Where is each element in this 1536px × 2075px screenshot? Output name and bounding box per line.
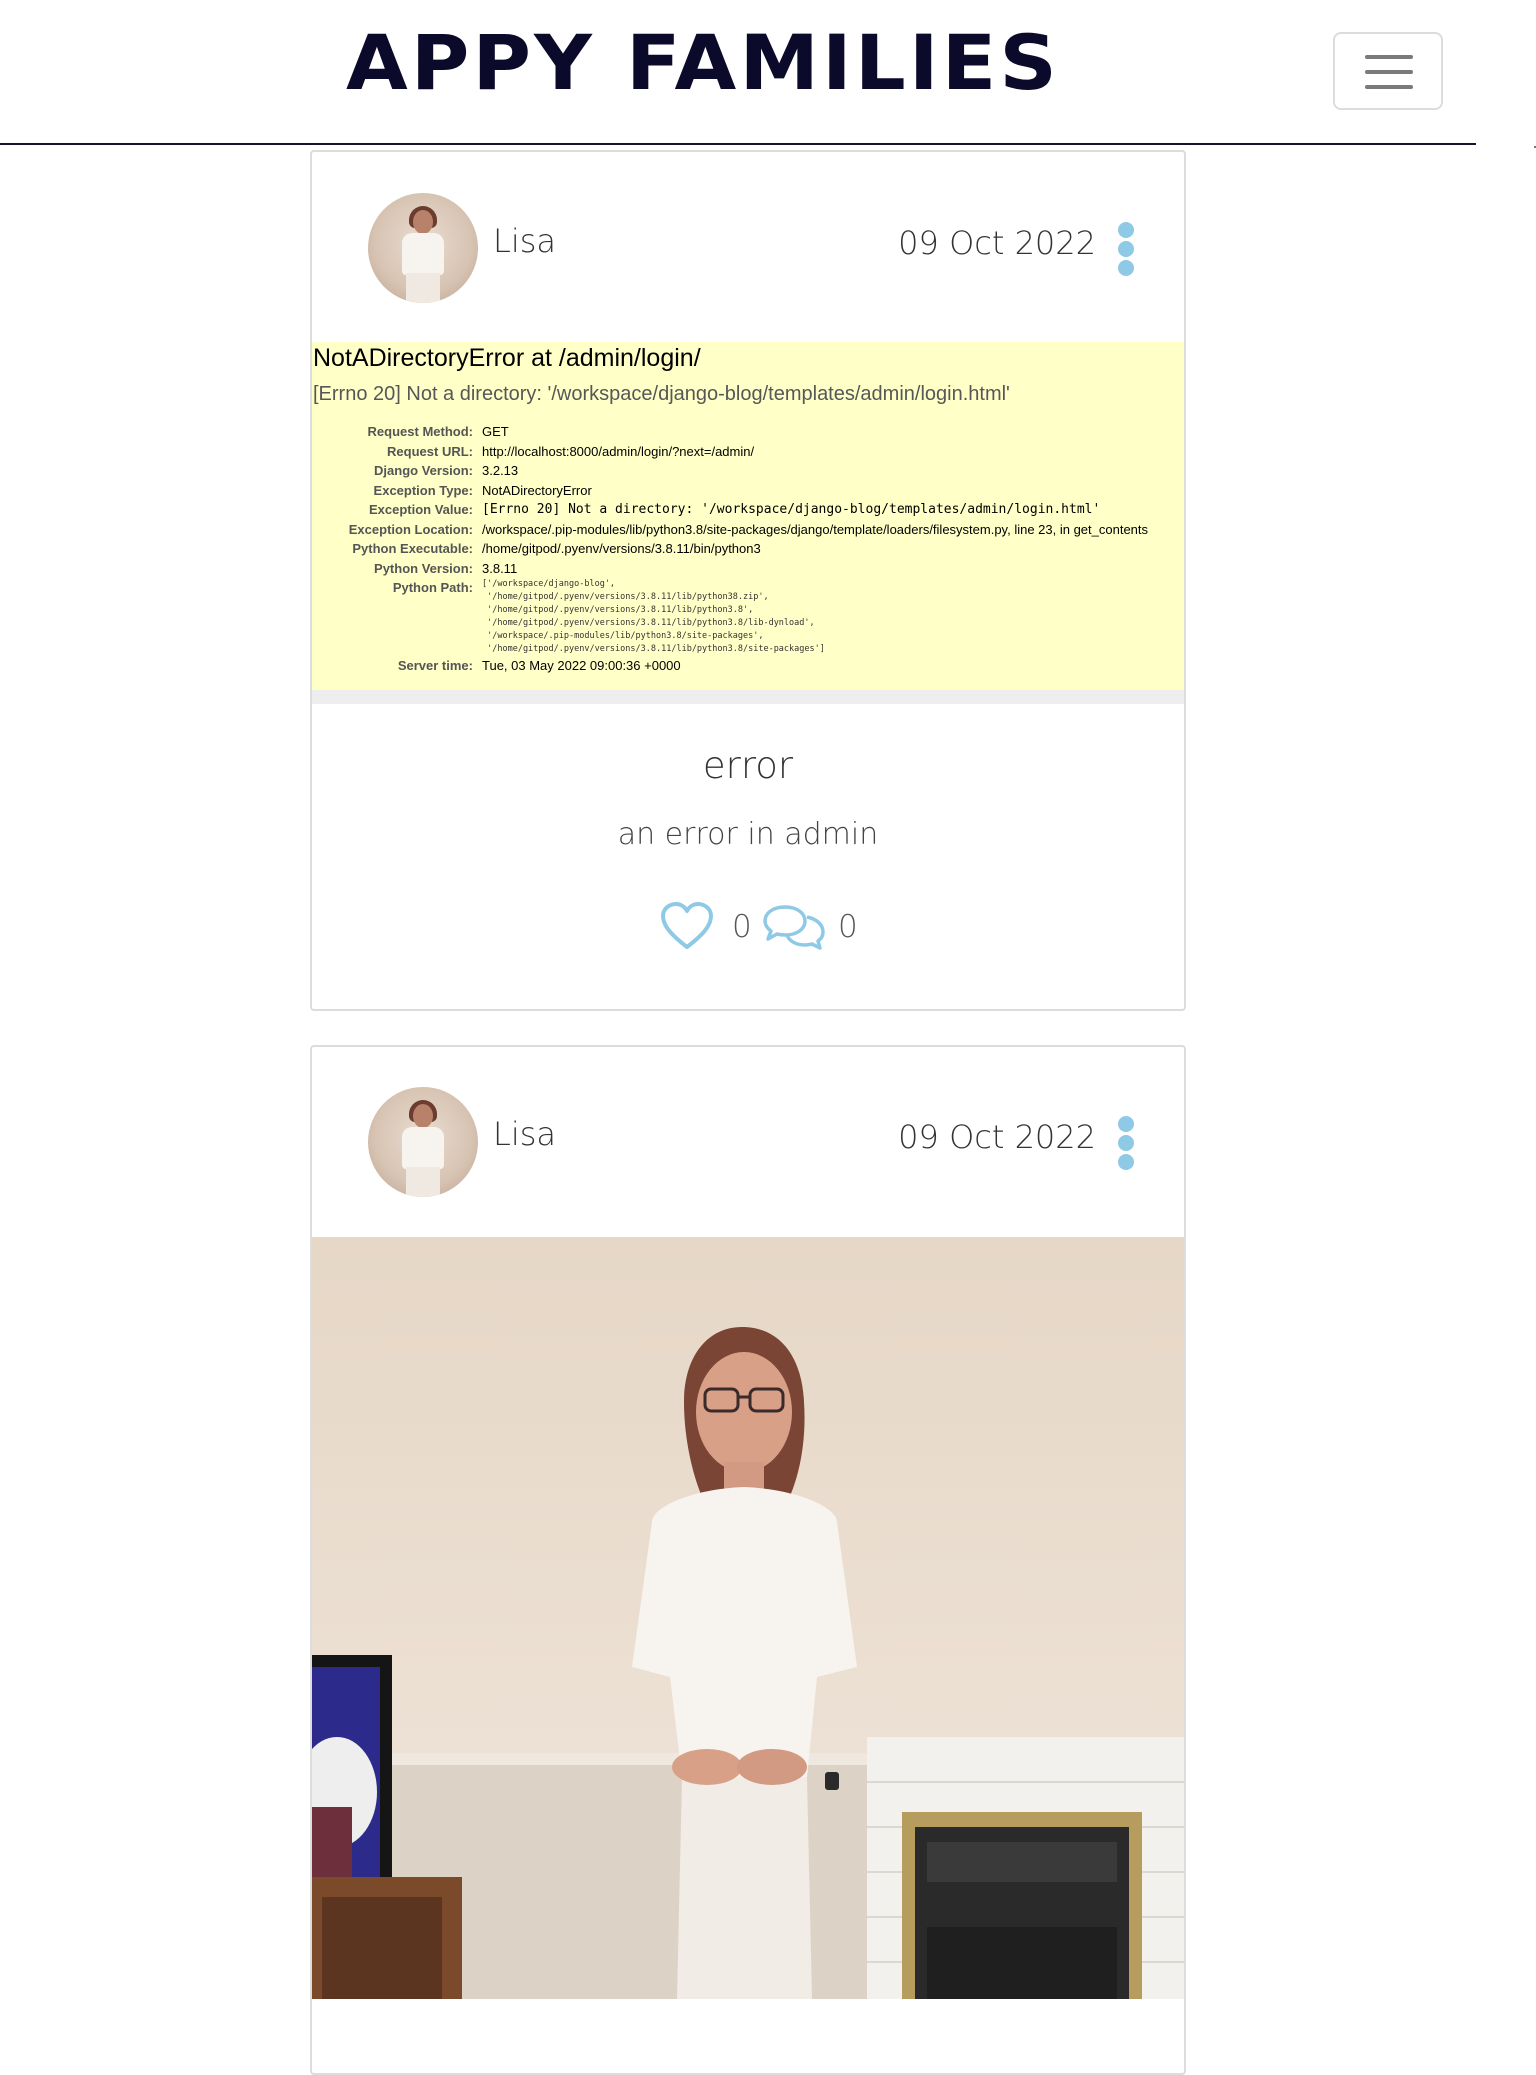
hamburger-icon [1365,55,1413,59]
error-row-label: Request URL: [387,443,473,459]
kebab-menu-icon[interactable] [1118,1116,1134,1170]
error-row-label: Server time: [397,658,473,673]
error-row-label: Exception Type: [373,482,473,498]
post-date: 09 Oct 2022 [898,1118,1096,1156]
kebab-dot [1118,260,1134,276]
post-date: 09 Oct 2022 [898,224,1096,262]
error-row: Python Path: ['/workspace/django-blog', '… [312,578,1148,656]
post-card: Lisa 09 Oct 2022 [310,1045,1186,2075]
kebab-dot [1118,222,1134,238]
error-row-label: Exception Value: [368,502,473,517]
error-row-value: 3.8.11 [482,560,518,576]
hamburger-icon-bar [1365,70,1413,74]
error-row: Exception Location: /workspace/.pip-modul… [312,520,1148,540]
avatar-legs [406,273,440,303]
error-row-value: /workspace/.pip-modules/lib/python3.8/si… [482,521,1149,537]
author-avatar[interactable] [368,1087,478,1197]
avatar-face [413,210,433,234]
error-subtitle: [Errno 20] Not a directory: '/workspace/… [313,383,1010,405]
navbar: APPY FAMILIES [0,0,1536,148]
likes-count: 0 [732,909,752,945]
avatar-face [413,1104,433,1128]
error-details-table: Request Method: GET Request URL: http://lo… [312,422,1148,676]
navbar-divider [0,143,1476,145]
post-card: Lisa 09 Oct 2022 NotADirectoryError at /… [310,150,1186,1011]
error-row-value: /home/gitpod/.pyenv/versions/3.8.11/bin/… [482,541,761,556]
kebab-dot [1118,1116,1134,1132]
error-row-value: GET [482,424,509,439]
error-row: Python Executable: /home/gitpod/.pyenv/ve… [312,539,1148,559]
post-excerpt: an error in admin [617,817,879,852]
photo-illustration [312,1237,1184,1999]
post-author[interactable]: Lisa [493,222,556,260]
error-row-value: http://localhost:8000/admin/login/?next=… [482,443,755,459]
post-stats: 0 0 [660,901,880,957]
heart-icon[interactable] [660,901,714,951]
navbar-toggle-button[interactable] [1333,32,1443,110]
error-row: Exception Value: [Errno 20] Not a directo… [312,500,1148,520]
error-row: Python Version: 3.8.11 [312,559,1148,579]
error-row-value: Tue, 03 May 2022 09:00:36 +0000 [482,658,681,673]
error-row: Request URL: http://localhost:8000/admin/… [312,442,1148,462]
kebab-menu-icon[interactable] [1118,222,1134,276]
error-row-label: Request Method: [367,424,473,439]
kebab-dot [1118,1135,1134,1151]
error-row-label: Exception Location: [348,521,473,537]
hamburger-icon-bar [1365,85,1413,89]
error-row-label: Python Path: [392,580,473,595]
error-row-value: [Errno 20] Not a directory: '/workspace/… [482,502,1101,517]
post-image-photo[interactable] [312,1237,1184,1999]
error-row: Django Version: 3.2.13 [312,461,1148,481]
error-row-label: Django Version: [374,463,473,478]
comments-icon[interactable] [763,903,825,951]
brand-logo[interactable]: APPY FAMILIES [346,22,1060,104]
avatar-legs [406,1167,440,1197]
avatar-torso [402,233,444,275]
error-row-value: NotADirectoryError [482,482,592,498]
error-title: NotADirectoryError at /admin/login/ [313,344,701,372]
error-row-label: Python Version: [374,560,473,576]
comments-count: 0 [838,909,858,945]
error-row-value: ['/workspace/django-blog', '/home/gitpod… [482,579,825,654]
error-row: Exception Type: NotADirectoryError [312,481,1148,501]
avatar-torso [402,1127,444,1169]
kebab-dot [1118,1154,1134,1170]
author-avatar[interactable] [368,193,478,303]
error-row: Request Method: GET [312,422,1148,442]
post-title[interactable]: error [312,744,1184,787]
post-image-error-screenshot[interactable]: NotADirectoryError at /admin/login/ [Err… [312,342,1184,704]
error-row-label: Python Executable: [352,541,473,556]
error-row: Server time: Tue, 03 May 2022 09:00:36 +0… [312,656,1148,676]
kebab-dot [1118,241,1134,257]
post-author[interactable]: Lisa [493,1115,556,1153]
error-row-value: 3.2.13 [482,463,519,478]
